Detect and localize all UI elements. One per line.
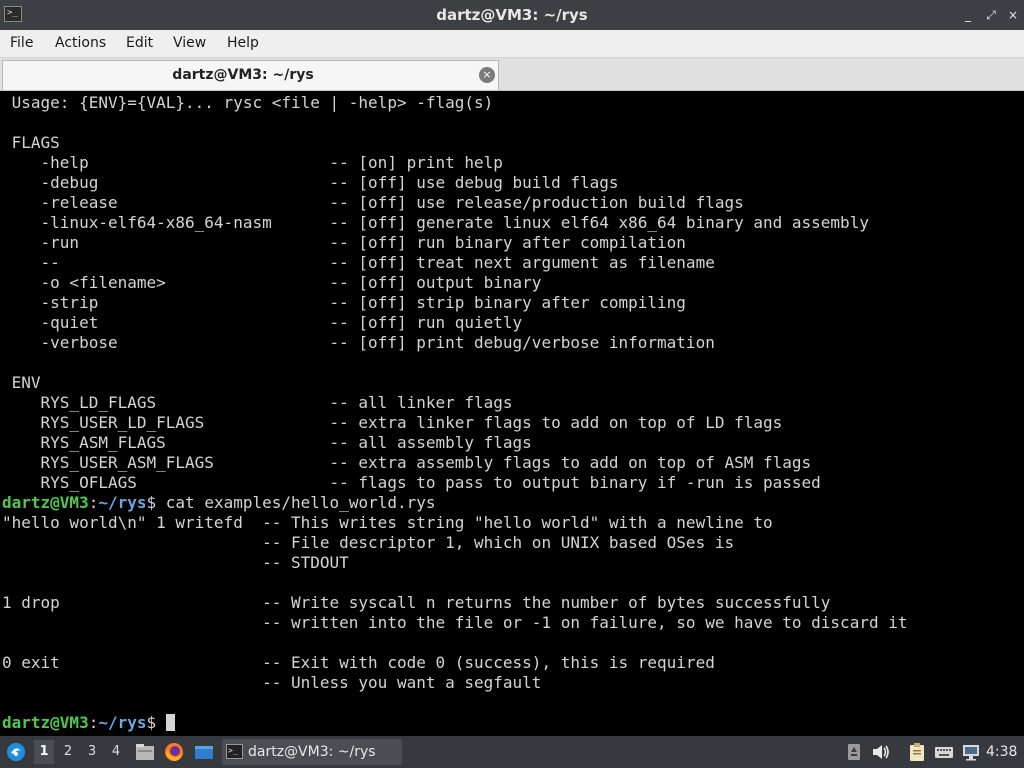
terminal-task-icon: >_ xyxy=(226,744,243,759)
output-line: -run -- [off] run binary after compilati… xyxy=(2,233,686,252)
keyboard-icon[interactable] xyxy=(933,741,955,763)
output-line: -- Unless you want a segfault xyxy=(2,673,542,692)
output-line: RYS_USER_LD_FLAGS -- extra linker flags … xyxy=(2,413,783,432)
command-text: cat examples/hello_world.rys xyxy=(156,493,436,512)
show-desktop-icon[interactable] xyxy=(193,741,215,763)
output-line: -help -- [on] print help xyxy=(2,153,503,172)
menu-file[interactable]: File xyxy=(10,30,33,57)
file-manager-icon[interactable] xyxy=(134,741,156,763)
tab-bar: dartz@VM3: ~/rys × xyxy=(0,58,1024,91)
menu-bar: File Actions Edit View Help xyxy=(0,30,1024,58)
menu-view[interactable]: View xyxy=(173,30,206,57)
output-line: RYS_ASM_FLAGS -- all assembly flags xyxy=(2,433,532,452)
start-menu-icon[interactable] xyxy=(5,741,27,763)
output-line: -- written into the file or -1 on failur… xyxy=(2,613,908,632)
taskbar: 1 2 3 4 >_ dartz@VM3: ~/rys 4:38 xyxy=(0,736,1024,768)
output-line: RYS_LD_FLAGS -- all linker flags xyxy=(2,393,513,412)
terminal-tab[interactable]: dartz@VM3: ~/rys × xyxy=(2,60,499,90)
command-text xyxy=(156,713,166,732)
maximize-icon[interactable]: ⤢ xyxy=(983,7,999,23)
output-line: 0 exit -- Exit with code 0 (success), th… xyxy=(2,653,715,672)
output-line: -quiet -- [off] run quietly xyxy=(2,313,523,332)
tab-label: dartz@VM3: ~/rys xyxy=(172,67,314,83)
output-line: -release -- [off] use release/production… xyxy=(2,193,744,212)
output-line: -- File descriptor 1, which on UNIX base… xyxy=(2,533,735,552)
prompt-user: dartz@VM3 xyxy=(2,493,89,512)
taskbar-task-terminal[interactable]: >_ dartz@VM3: ~/rys xyxy=(222,739,402,765)
prompt-path: ~/rys xyxy=(98,493,147,512)
task-label: dartz@VM3: ~/rys xyxy=(248,744,376,760)
workspace-3[interactable]: 3 xyxy=(82,740,102,764)
output-line: -verbose -- [off] print debug/verbose in… xyxy=(2,333,715,352)
output-line: -strip -- [off] strip binary after compi… xyxy=(2,293,686,312)
output-line: "hello world\n" 1 writefd -- This writes… xyxy=(2,513,773,532)
output-line: -debug -- [off] use debug build flags xyxy=(2,173,619,192)
prompt-path: ~/rys xyxy=(98,713,147,732)
output-line: RYS_OFLAGS -- flags to pass to output bi… xyxy=(2,473,821,492)
output-line: -- STDOUT xyxy=(2,553,349,572)
clock: 4:38 xyxy=(986,744,1018,760)
clipboard-icon[interactable] xyxy=(906,741,928,763)
workspace-2[interactable]: 2 xyxy=(58,740,78,764)
output-line: FLAGS xyxy=(2,133,60,152)
tab-close-icon[interactable]: × xyxy=(479,67,495,83)
text-cursor xyxy=(165,714,175,731)
removable-media-icon[interactable] xyxy=(843,741,865,763)
output-line: ENV xyxy=(2,373,41,392)
window-title: dartz@VM3: ~/rys xyxy=(436,6,588,24)
output-line: -o <filename> -- [off] output binary xyxy=(2,273,542,292)
prompt-user: dartz@VM3 xyxy=(2,713,89,732)
output-line: RYS_USER_ASM_FLAGS -- extra assembly fla… xyxy=(2,453,812,472)
network-icon[interactable] xyxy=(960,741,982,763)
workspace-4[interactable]: 4 xyxy=(106,740,126,764)
window-titlebar[interactable]: >_ dartz@VM3: ~/rys _ ⤢ × xyxy=(0,0,1024,30)
output-line: Usage: {ENV}={VAL}... rysc <file | -help… xyxy=(2,93,494,112)
minimize-icon[interactable]: _ xyxy=(960,7,976,23)
prompt-line: dartz@VM3:~/rys$ cat examples/hello_worl… xyxy=(2,493,436,512)
terminal-view[interactable]: Usage: {ENV}={VAL}... rysc <file | -help… xyxy=(0,91,1024,736)
volume-icon[interactable] xyxy=(870,741,892,763)
output-line: -- -- [off] treat next argument as filen… xyxy=(2,253,715,272)
output-line: -linux-elf64-x86_64-nasm -- [off] genera… xyxy=(2,213,869,232)
output-line: 1 drop -- Write syscall n returns the nu… xyxy=(2,593,831,612)
firefox-icon[interactable] xyxy=(163,741,185,763)
menu-help[interactable]: Help xyxy=(227,30,259,57)
menu-edit[interactable]: Edit xyxy=(126,30,153,57)
close-window-icon[interactable]: × xyxy=(1005,7,1021,23)
terminal-output: Usage: {ENV}={VAL}... rysc <file | -help… xyxy=(2,93,907,733)
menu-actions[interactable]: Actions xyxy=(55,30,106,57)
workspace-1[interactable]: 1 xyxy=(34,740,54,764)
prompt-line: dartz@VM3:~/rys$ xyxy=(2,713,907,733)
